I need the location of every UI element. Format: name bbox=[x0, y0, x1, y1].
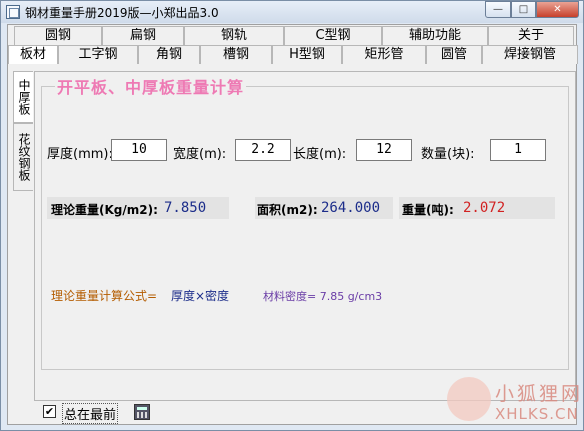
thickness-label: 厚度(mm): bbox=[47, 147, 113, 162]
minimize-button[interactable]: — bbox=[485, 1, 511, 18]
quantity-label: 数量(块): bbox=[421, 147, 475, 162]
thickness-input[interactable]: 10 bbox=[111, 139, 167, 161]
watermark-cn-text: 小狐狸网 bbox=[495, 383, 584, 405]
always-on-top-checkbox[interactable]: ✔ bbox=[43, 405, 56, 418]
width-input[interactable]: 2.2 bbox=[235, 139, 291, 161]
maximize-button[interactable]: □ bbox=[511, 1, 536, 18]
theory-weight-value: 7.850 bbox=[164, 200, 207, 216]
formula-expression: 厚度×密度 bbox=[171, 289, 230, 303]
material-density: 材料密度= 7.85 g/cm3 bbox=[263, 290, 383, 303]
width-label: 宽度(m): bbox=[173, 147, 227, 162]
tab-flat-steel[interactable]: 扁钢 bbox=[102, 26, 184, 45]
length-label: 长度(m): bbox=[293, 147, 347, 162]
plate-panel: 开平板、中厚板重量计算 bbox=[34, 71, 576, 401]
tab-round-steel[interactable]: 圆钢 bbox=[14, 26, 102, 45]
tab-c-steel[interactable]: C型钢 bbox=[284, 26, 382, 45]
tab-rail[interactable]: 钢轨 bbox=[184, 26, 284, 45]
calculator-icon[interactable] bbox=[134, 404, 150, 420]
watermark-en-text: XHLKS.CN bbox=[495, 405, 579, 423]
tab-i-beam[interactable]: 工字钢 bbox=[58, 45, 138, 64]
tab-rect-tube[interactable]: 矩形管 bbox=[342, 45, 426, 64]
tab-plate[interactable]: 板材 bbox=[8, 45, 58, 64]
area-value: 264.000 bbox=[321, 200, 381, 216]
close-button[interactable]: ✕ bbox=[536, 1, 579, 18]
app-icon bbox=[6, 5, 20, 19]
app-window: 钢材重量手册2019版—小郑出品3.0 — □ ✕ 圆钢 扁钢 钢轨 C型钢 辅… bbox=[0, 0, 584, 431]
main-client-area: 圆钢 扁钢 钢轨 C型钢 辅助功能 关于 板材 工字钢 角钢 槽钢 H型钢 矩形… bbox=[7, 24, 578, 425]
fox-logo-icon bbox=[447, 377, 491, 421]
tab-channel[interactable]: 槽钢 bbox=[200, 45, 272, 64]
window-title: 钢材重量手册2019版—小郑出品3.0 bbox=[25, 6, 219, 20]
tab-h-beam[interactable]: H型钢 bbox=[272, 45, 342, 64]
always-on-top-label[interactable]: 总在最前 bbox=[62, 403, 119, 424]
quantity-input[interactable]: 1 bbox=[490, 139, 546, 161]
area-label: 面积(m2): bbox=[257, 203, 318, 217]
length-input[interactable]: 12 bbox=[356, 139, 412, 161]
tab-round-tube[interactable]: 圆管 bbox=[426, 45, 482, 64]
tab-row-bottom: 板材 工字钢 角钢 槽钢 H型钢 矩形管 圆管 焊接钢管 bbox=[8, 45, 578, 64]
side-tab-checkered-plate[interactable]: 花纹钢板 bbox=[13, 123, 33, 191]
tab-auxiliary[interactable]: 辅助功能 bbox=[382, 26, 488, 45]
tab-about[interactable]: 关于 bbox=[488, 26, 574, 45]
side-tab-medium-plate[interactable]: 中厚板 bbox=[13, 71, 33, 123]
watermark: 小狐狸网 XHLKS.CN bbox=[447, 373, 580, 429]
tab-row-top: 圆钢 扁钢 钢轨 C型钢 辅助功能 关于 bbox=[8, 26, 578, 45]
tab-welded-pipe[interactable]: 焊接钢管 bbox=[482, 45, 578, 64]
group-frame bbox=[41, 86, 569, 370]
weight-label: 重量(吨): bbox=[402, 203, 454, 217]
section-title: 开平板、中厚板重量计算 bbox=[55, 74, 247, 98]
tab-angle-steel[interactable]: 角钢 bbox=[138, 45, 200, 64]
title-bar: 钢材重量手册2019版—小郑出品3.0 — □ ✕ bbox=[1, 1, 583, 23]
weight-value: 2.072 bbox=[463, 200, 506, 216]
formula-label: 理论重量计算公式= bbox=[51, 289, 158, 303]
theory-weight-label: 理论重量(Kg/m2): bbox=[51, 203, 158, 217]
